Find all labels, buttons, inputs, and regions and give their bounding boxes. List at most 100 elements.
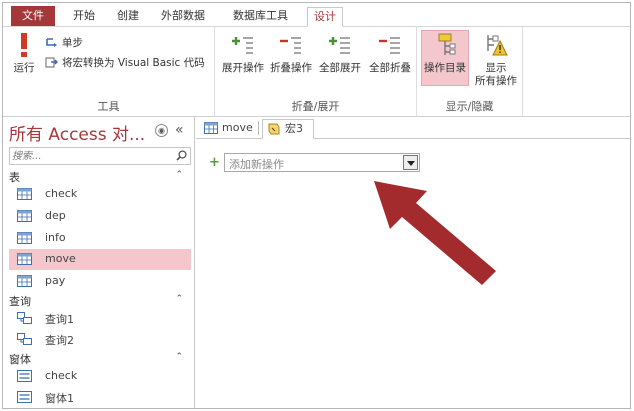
nav-item-label: check xyxy=(45,369,78,382)
nav-item-table-selected[interactable]: move xyxy=(9,249,191,270)
tab-home[interactable]: 开始 xyxy=(67,7,101,27)
run-label: 运行 xyxy=(13,62,35,74)
tab-design[interactable]: 设计 xyxy=(307,7,343,27)
nav-item-query[interactable]: 查询2 xyxy=(9,329,191,350)
nav-menu-icon[interactable]: ◉ xyxy=(155,124,168,137)
nav-item-label: 查询1 xyxy=(45,313,74,326)
nav-collapse-icon[interactable]: « xyxy=(175,122,184,138)
table-icon xyxy=(204,122,218,134)
table-icon xyxy=(17,253,32,265)
table-icon xyxy=(17,232,32,244)
group-collapse-expand: 展开操作 折叠操作 全部展开 全部折叠 折叠/展开 xyxy=(215,27,417,117)
expand-all-icon xyxy=(326,31,354,59)
nav-item-label: 查询2 xyxy=(45,334,74,347)
access-window: 文件 开始 创建 外部数据 数据库工具 设计 运行 单步 将宏转换为 Visua… xyxy=(2,2,631,409)
add-new-action-placeholder: 添加新操作 xyxy=(229,158,284,171)
nav-section-label: 窗体 xyxy=(9,353,31,366)
chevron-up-icon[interactable]: ⌃ xyxy=(175,294,183,304)
chevron-up-icon[interactable]: ⌃ xyxy=(175,170,183,180)
nav-item-label: check xyxy=(45,187,78,200)
show-all-actions-label-line2: 所有操作 xyxy=(475,75,517,87)
annotation-arrow-icon xyxy=(374,181,496,285)
expand-actions-label: 展开操作 xyxy=(222,62,264,74)
single-step-button[interactable]: 单步 xyxy=(45,35,83,51)
collapse-all-button[interactable]: 全部折叠 xyxy=(367,31,413,75)
tab-database-tools[interactable]: 数据库工具 xyxy=(227,7,294,27)
group-collapse-expand-label: 折叠/展开 xyxy=(291,100,340,113)
add-new-action-dropdown[interactable]: 添加新操作 xyxy=(224,153,420,172)
document-area: move 宏3 + 添加新操作 xyxy=(196,117,630,408)
nav-item-table[interactable]: info xyxy=(9,228,191,249)
table-icon xyxy=(17,188,32,200)
table-icon xyxy=(17,210,32,222)
expand-actions-button[interactable]: 展开操作 xyxy=(221,31,265,75)
convert-macro-icon xyxy=(45,56,59,70)
tab-divider xyxy=(258,121,259,135)
collapse-actions-icon xyxy=(277,31,305,59)
collapse-all-icon xyxy=(376,31,404,59)
collapse-all-label: 全部折叠 xyxy=(369,62,411,74)
document-tab-bar: move 宏3 xyxy=(196,117,630,139)
nav-item-table[interactable]: check xyxy=(9,184,191,205)
group-tools-label: 工具 xyxy=(97,100,120,113)
single-step-icon xyxy=(45,36,59,50)
doc-tab-label: move xyxy=(222,121,253,134)
query-icon xyxy=(17,312,32,324)
tab-create[interactable]: 创建 xyxy=(111,7,145,27)
expand-all-label: 全部展开 xyxy=(319,62,361,74)
chevron-up-icon[interactable]: ⌃ xyxy=(175,352,183,362)
convert-macro-label: 将宏转换为 Visual Basic 代码 xyxy=(62,57,205,69)
doc-tab-move[interactable]: move xyxy=(200,119,260,139)
nav-item-label: info xyxy=(45,231,66,244)
single-step-label: 单步 xyxy=(62,37,83,49)
doc-tab-label: 宏3 xyxy=(285,122,303,135)
table-icon xyxy=(17,275,32,287)
nav-item-form[interactable]: 窗体1 xyxy=(9,387,191,408)
collapse-actions-button[interactable]: 折叠操作 xyxy=(269,31,313,75)
nav-section-tables[interactable]: 表 ⌃ xyxy=(9,169,191,185)
tab-external-data[interactable]: 外部数据 xyxy=(155,7,211,27)
query-icon xyxy=(17,333,32,345)
group-show-hide-label: 显示/隐藏 xyxy=(445,100,494,113)
run-icon xyxy=(10,31,38,59)
ribbon-tab-bar: 文件 开始 创建 外部数据 数据库工具 设计 xyxy=(3,3,630,27)
nav-section-queries[interactable]: 查询 ⌃ xyxy=(9,293,191,309)
form-icon xyxy=(17,370,32,382)
nav-search-box xyxy=(9,147,191,165)
macro-icon xyxy=(267,123,281,135)
show-all-actions-label-line1: 显示 xyxy=(485,62,507,74)
nav-item-query[interactable]: 查询1 xyxy=(9,308,191,329)
nav-item-label: move xyxy=(45,252,76,265)
add-action-plus-icon: + xyxy=(209,155,220,170)
nav-search-input[interactable] xyxy=(10,148,170,164)
nav-header: 所有 Access 对... ◉ « xyxy=(3,117,195,145)
nav-section-forms[interactable]: 窗体 ⌃ xyxy=(9,351,191,367)
nav-item-label: pay xyxy=(45,274,66,287)
nav-title[interactable]: 所有 Access 对... xyxy=(9,120,145,145)
nav-item-label: dep xyxy=(45,209,66,222)
tab-file[interactable]: 文件 xyxy=(11,6,55,26)
dropdown-arrow-icon[interactable] xyxy=(403,155,418,170)
collapse-actions-label: 折叠操作 xyxy=(270,62,312,74)
doc-tab-macro-active[interactable]: 宏3 xyxy=(262,119,314,139)
show-all-actions-button[interactable]: 显示 所有操作 xyxy=(471,31,521,88)
action-catalog-icon xyxy=(431,31,459,59)
convert-macro-button[interactable]: 将宏转换为 Visual Basic 代码 xyxy=(45,55,205,71)
group-show-hide: 操作目录 显示 所有操作 显示/隐藏 xyxy=(417,27,523,117)
nav-item-label: 窗体1 xyxy=(45,392,74,405)
ribbon: 运行 单步 将宏转换为 Visual Basic 代码 工具 展开操作 折叠操作… xyxy=(3,27,630,117)
nav-section-label: 查询 xyxy=(9,295,31,308)
search-icon[interactable] xyxy=(176,150,187,161)
expand-all-button[interactable]: 全部展开 xyxy=(317,31,363,75)
expand-actions-icon xyxy=(229,31,257,59)
action-catalog-button[interactable]: 操作目录 xyxy=(421,30,469,86)
action-catalog-label: 操作目录 xyxy=(424,62,466,74)
show-all-actions-icon xyxy=(482,31,510,59)
run-button[interactable]: 运行 xyxy=(9,31,39,75)
navigation-pane: 所有 Access 对... ◉ « 表 ⌃ check dep xyxy=(3,117,195,408)
nav-section-label: 表 xyxy=(9,171,20,184)
nav-item-table[interactable]: pay xyxy=(9,271,191,292)
nav-item-table[interactable]: dep xyxy=(9,206,191,227)
group-tools: 运行 单步 将宏转换为 Visual Basic 代码 工具 xyxy=(3,27,215,117)
nav-item-form[interactable]: check xyxy=(9,366,191,387)
